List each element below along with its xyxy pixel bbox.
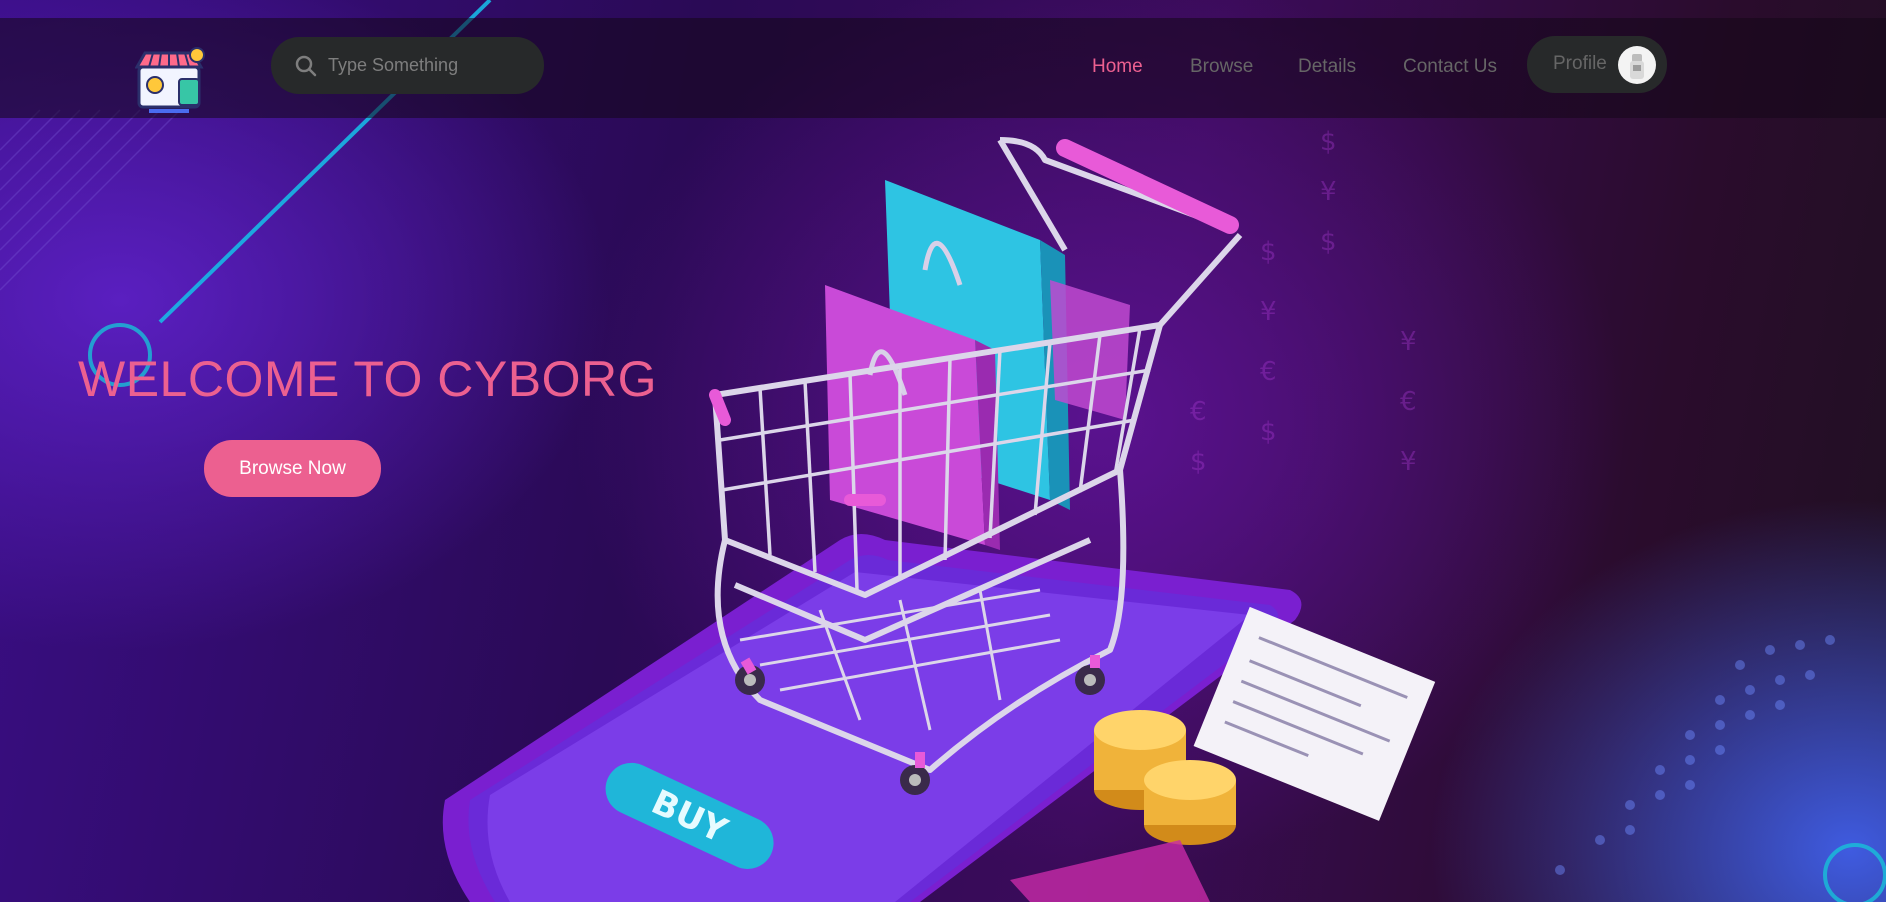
search-icon [295,55,317,76]
nav-browse[interactable]: Browse [1190,56,1253,78]
svg-text:$: $ [1320,227,1337,257]
svg-text:$: $ [1320,127,1337,157]
hero-title: WELCOME TO CYBORG [78,351,657,407]
svg-text:¥: ¥ [1260,297,1277,327]
search-input[interactable] [326,54,530,77]
svg-text:¥: ¥ [1320,177,1337,207]
shop-logo-icon[interactable] [134,47,211,119]
svg-text:$: $ [1260,417,1277,447]
svg-text:€: € [1190,397,1207,427]
svg-text:€: € [1260,357,1277,387]
nav-home[interactable]: Home [1092,56,1143,78]
svg-text:¥: ¥ [1400,447,1417,477]
svg-text:$: $ [1260,237,1277,267]
search-bar[interactable] [271,37,544,94]
profile-button[interactable]: Profile [1527,36,1667,93]
profile-label: Profile [1553,53,1607,74]
svg-text:¥: ¥ [1400,327,1417,357]
nav-contact-us[interactable]: Contact Us [1403,56,1497,78]
avatar [1618,46,1656,84]
nav-details[interactable]: Details [1298,56,1356,78]
svg-text:$: $ [1190,447,1207,477]
browse-now-button[interactable]: Browse Now [204,440,381,497]
svg-text:€: € [1400,387,1417,417]
